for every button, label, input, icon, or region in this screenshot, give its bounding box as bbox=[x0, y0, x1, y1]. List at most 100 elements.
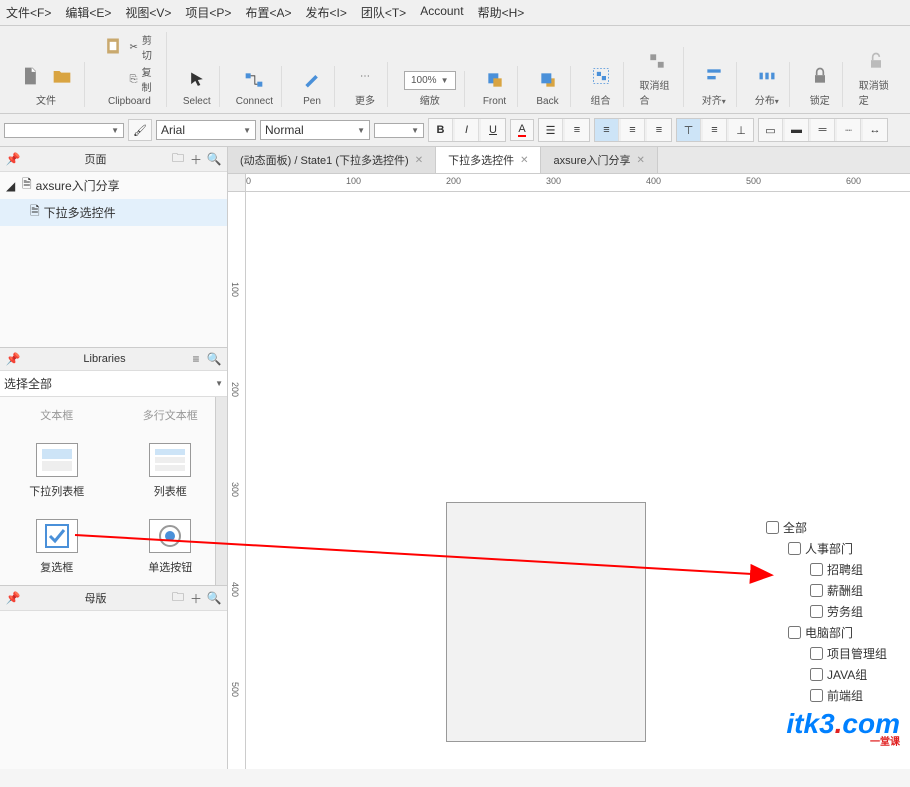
cb-it2[interactable]: JAVA组 bbox=[766, 664, 887, 685]
ruler-vertical: 100 200 300 400 500 bbox=[228, 192, 246, 769]
tab-1[interactable]: (动态面板) / State1 (下拉多选控件)✕ bbox=[228, 147, 436, 173]
expand-icon[interactable]: ◢ bbox=[6, 179, 18, 193]
menu-publish[interactable]: 发布<I> bbox=[305, 4, 346, 21]
fontcolor-button[interactable]: A bbox=[510, 119, 534, 141]
align-right-button[interactable]: ≡ bbox=[647, 119, 671, 141]
linecolor-button[interactable]: ▬ bbox=[785, 119, 809, 141]
italic-button[interactable]: I bbox=[455, 119, 479, 141]
tree-child[interactable]: 🗎 下拉多选控件 bbox=[0, 199, 227, 226]
bullets-button[interactable]: ☰ bbox=[539, 119, 563, 141]
tool-unlock-group: 取消锁定 bbox=[851, 47, 902, 107]
more-icon[interactable]: ⋯ bbox=[351, 62, 379, 90]
canvas[interactable]: 全部 人事部门 招聘组 薪酬组 劳务组 电脑部门 项目管理组 JAVA组 前端组 bbox=[246, 192, 910, 787]
cb-all[interactable]: 全部 bbox=[766, 517, 887, 538]
widget-textbox[interactable]: 文本框 bbox=[10, 407, 104, 423]
open-folder-icon[interactable] bbox=[48, 62, 76, 90]
main-toolbar: 文件 ✂剪切 ⎘复制 Clipboard Select Connect Pen … bbox=[0, 26, 910, 114]
connect-icon[interactable] bbox=[240, 66, 268, 94]
valign-bot-button[interactable]: ⊥ bbox=[729, 119, 753, 141]
lineweight-button[interactable]: ═ bbox=[811, 119, 835, 141]
copy-button[interactable]: ⎘复制 bbox=[129, 64, 157, 94]
menu-view[interactable]: 视图<V> bbox=[125, 4, 171, 21]
menu-layout[interactable]: 布置<A> bbox=[245, 4, 291, 21]
libraries-panel: 📌 Libraries ≡ 🔍 选择全部▼ 文本框 多行文本框 下拉列表框 bbox=[0, 347, 227, 585]
align-center-button[interactable]: ≡ bbox=[621, 119, 645, 141]
menu-account[interactable]: Account bbox=[420, 4, 463, 21]
tool-unlock-label: 取消锁定 bbox=[859, 77, 894, 107]
add-folder-icon[interactable]: 🗀 bbox=[171, 152, 185, 166]
tab-3[interactable]: axsure入门分享✕ bbox=[541, 147, 657, 173]
add-folder-icon[interactable]: 🗀 bbox=[171, 591, 185, 605]
tool-file-label: 文件 bbox=[36, 92, 56, 107]
align-icon[interactable] bbox=[700, 62, 728, 90]
numbering-button[interactable]: ≡ bbox=[565, 119, 589, 141]
cut-button[interactable]: ✂剪切 bbox=[129, 32, 157, 62]
menu-edit[interactable]: 编辑<E> bbox=[65, 4, 111, 21]
distribute-icon[interactable] bbox=[753, 62, 781, 90]
arrow-button[interactable]: ↔ bbox=[863, 119, 887, 141]
checkbox-tree: 全部 人事部门 招聘组 薪酬组 劳务组 电脑部门 项目管理组 JAVA组 前端组 bbox=[766, 517, 887, 706]
font-selector[interactable]: Arial▼ bbox=[156, 120, 256, 140]
canvas-rectangle[interactable] bbox=[446, 502, 646, 742]
ungroup-icon[interactable] bbox=[643, 47, 671, 75]
paint-icon[interactable]: 🖌 bbox=[128, 119, 152, 141]
fontsize-selector[interactable]: ▼ bbox=[374, 123, 424, 138]
lock-icon[interactable] bbox=[806, 62, 834, 90]
group-icon[interactable] bbox=[587, 62, 615, 90]
back-icon[interactable] bbox=[534, 66, 562, 94]
menu-team[interactable]: 团队<T> bbox=[361, 4, 406, 21]
widget-droplist[interactable]: 下拉列表框 bbox=[10, 443, 104, 499]
libraries-title: Libraries bbox=[20, 353, 189, 365]
menu-project[interactable]: 项目<P> bbox=[185, 4, 231, 21]
tree-root-label: axsure入门分享 bbox=[36, 177, 120, 194]
tab-2[interactable]: 下拉多选控件✕ bbox=[436, 147, 541, 173]
close-icon[interactable]: ✕ bbox=[637, 155, 645, 166]
valign-top-button[interactable]: ⊤ bbox=[677, 119, 701, 141]
linestyle-button[interactable]: ┈ bbox=[837, 119, 861, 141]
tool-ungroup-label: 取消组合 bbox=[640, 77, 675, 107]
align-left-button[interactable]: ≡ bbox=[595, 119, 619, 141]
fontstyle-selector[interactable]: Normal▼ bbox=[260, 120, 370, 140]
new-file-icon[interactable] bbox=[16, 62, 44, 90]
paste-icon[interactable] bbox=[101, 32, 125, 60]
cb-hr2[interactable]: 薪酬组 bbox=[766, 580, 887, 601]
cb-it1[interactable]: 项目管理组 bbox=[766, 643, 887, 664]
pin-icon[interactable]: 📌 bbox=[6, 352, 20, 366]
menu-help[interactable]: 帮助<H> bbox=[478, 4, 525, 21]
style-selector[interactable]: ▼ bbox=[4, 123, 124, 138]
underline-button[interactable]: U bbox=[481, 119, 505, 141]
widget-checkbox[interactable]: 复选框 bbox=[10, 519, 104, 575]
unlock-icon[interactable] bbox=[862, 47, 890, 75]
widget-listbox[interactable]: 列表框 bbox=[124, 443, 218, 499]
add-page-icon[interactable]: ＋ bbox=[189, 152, 203, 166]
fill-button[interactable]: ▭ bbox=[759, 119, 783, 141]
close-icon[interactable]: ✕ bbox=[415, 155, 423, 166]
pin-icon[interactable]: 📌 bbox=[6, 591, 20, 605]
select-icon[interactable] bbox=[183, 66, 211, 94]
search-icon[interactable]: 🔍 bbox=[207, 352, 221, 366]
library-selector[interactable]: 选择全部▼ bbox=[0, 371, 227, 397]
tree-root[interactable]: ◢ 🗎 axsure入门分享 bbox=[0, 172, 227, 199]
front-icon[interactable] bbox=[481, 66, 509, 94]
bold-button[interactable]: B bbox=[429, 119, 453, 141]
add-page-icon[interactable]: ＋ bbox=[189, 591, 203, 605]
cb-hr[interactable]: 人事部门 bbox=[766, 538, 887, 559]
tool-select-group: Select bbox=[175, 66, 220, 107]
close-icon[interactable]: ✕ bbox=[520, 155, 528, 166]
cb-hr3[interactable]: 劳务组 bbox=[766, 601, 887, 622]
pen-icon[interactable] bbox=[298, 66, 326, 94]
zoom-selector[interactable]: 100%▼ bbox=[404, 71, 456, 90]
scrollbar[interactable] bbox=[215, 397, 227, 585]
tool-connect-label: Connect bbox=[236, 96, 273, 107]
cb-it3[interactable]: 前端组 bbox=[766, 685, 887, 706]
widget-multitext[interactable]: 多行文本框 bbox=[124, 407, 218, 423]
widget-radio[interactable]: 单选按钮 bbox=[124, 519, 218, 575]
pin-icon[interactable]: 📌 bbox=[6, 152, 20, 166]
menu-icon[interactable]: ≡ bbox=[189, 352, 203, 366]
cb-it[interactable]: 电脑部门 bbox=[766, 622, 887, 643]
search-icon[interactable]: 🔍 bbox=[207, 152, 221, 166]
valign-mid-button[interactable]: ≡ bbox=[703, 119, 727, 141]
cb-hr1[interactable]: 招聘组 bbox=[766, 559, 887, 580]
search-icon[interactable]: 🔍 bbox=[207, 591, 221, 605]
menu-file[interactable]: 文件<F> bbox=[6, 4, 51, 21]
